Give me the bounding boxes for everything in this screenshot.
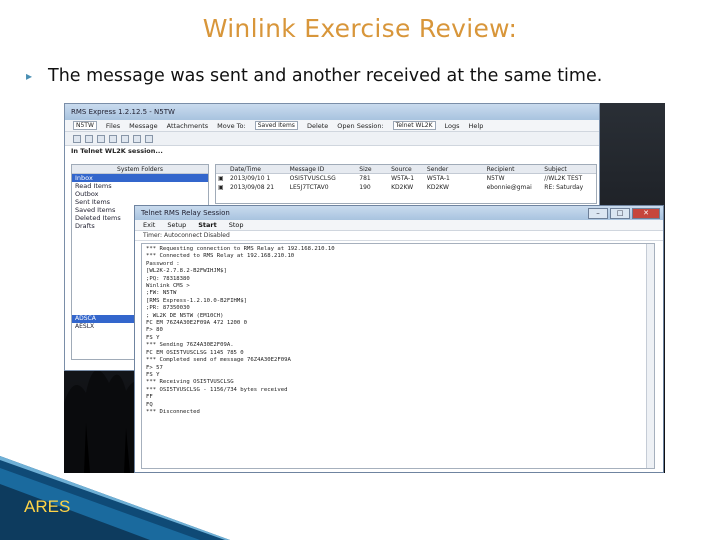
- menu-delete[interactable]: Delete: [307, 122, 328, 130]
- message-row[interactable]: ▣ 2013/09/10 1 OSI5TVUSCLSG 781 W5TA-1 W…: [216, 174, 596, 183]
- print-icon[interactable]: [121, 134, 129, 143]
- move-to-label: Move To:: [217, 121, 246, 130]
- menu-message[interactable]: Message: [129, 122, 158, 130]
- log-line: ;FW: N5TW: [146, 290, 177, 297]
- maximize-button[interactable]: □: [610, 207, 630, 219]
- cell-sender: W5TA-1: [426, 175, 450, 182]
- session-select[interactable]: Telnet WL2K: [392, 121, 436, 130]
- main-menubar: N5TW Files Message Attachments Move To: …: [65, 120, 599, 132]
- message-list-header: Date/Time Message ID Size Source Sender …: [216, 165, 596, 174]
- folders-header: System Folders: [72, 165, 208, 174]
- screenshot: RMS Express 1.2.12.5 - N5TW N5TW Files M…: [64, 103, 665, 473]
- new-message-icon[interactable]: [73, 134, 81, 143]
- log-line: FQ: [146, 401, 153, 408]
- menu-exit[interactable]: Exit: [143, 221, 155, 229]
- log-line: ;PQ: 78318380: [146, 275, 190, 282]
- col-sender[interactable]: Sender: [425, 165, 485, 173]
- col-source[interactable]: Source: [389, 165, 425, 173]
- log-line: F> 80: [146, 327, 163, 334]
- settings-icon[interactable]: [145, 134, 153, 143]
- menu-attachments[interactable]: Attachments: [167, 122, 209, 130]
- log-scrollbar[interactable]: [646, 244, 654, 468]
- log-line: *** Receiving OSI5TVUSCLSG: [146, 379, 234, 386]
- col-date-time[interactable]: Date/Time: [228, 165, 288, 173]
- session-window-title: Telnet RMS Relay Session: [141, 209, 230, 217]
- forward-icon[interactable]: [97, 134, 105, 143]
- callsign-select[interactable]: N5TW: [73, 121, 97, 130]
- folder-outbox[interactable]: Outbox: [72, 190, 208, 198]
- session-log[interactable]: *** Requesting connection to RMS Relay a…: [141, 243, 655, 469]
- main-toolbar: [65, 132, 599, 146]
- minimize-button[interactable]: –: [588, 207, 608, 219]
- menu-logs[interactable]: Logs: [445, 122, 460, 130]
- menu-start[interactable]: Start: [198, 221, 217, 229]
- log-line: *** Disconnected: [146, 408, 200, 415]
- footer-label: ARES: [24, 497, 71, 516]
- log-line: FC EM OSI5TVUSCLSG 1145 785 0: [146, 349, 244, 356]
- cell-subject: RE: Saturday: [544, 184, 584, 191]
- log-line: ; WL2K DE N5TW (EM10CH): [146, 312, 224, 319]
- cell-size: 781: [359, 175, 371, 182]
- move-to-select[interactable]: Saved Items: [254, 121, 298, 130]
- cell-date: 2013/09/10 1: [229, 175, 271, 182]
- session-titlebar: Telnet RMS Relay Session – □ ✕: [135, 206, 663, 220]
- folder-inbox[interactable]: Inbox: [72, 174, 208, 182]
- cell-sender: KD2KW: [426, 184, 449, 191]
- col-recipient[interactable]: Recipient: [485, 165, 543, 173]
- folder-read-items[interactable]: Read Items: [72, 182, 208, 190]
- delete-icon[interactable]: [109, 134, 117, 143]
- col-size[interactable]: Size: [357, 165, 389, 173]
- log-line: F> 57: [146, 364, 163, 371]
- reply-icon[interactable]: [85, 134, 93, 143]
- session-menubar: Exit Setup Start Stop: [135, 220, 663, 231]
- session-status: In Telnet WL2K session...: [71, 147, 163, 155]
- log-line: FF: [146, 394, 153, 401]
- log-line: FC EM 76Z4A30E2F09A 472 1200 0: [146, 320, 248, 327]
- message-icon: ▣: [218, 175, 224, 182]
- cell-recipient: ebonnie@gmai: [486, 184, 532, 191]
- log-line: FS Y: [146, 371, 160, 378]
- log-line: FS Y: [146, 334, 160, 341]
- col-subject[interactable]: Subject: [542, 165, 596, 173]
- log-line: *** Sending 76Z4A30E2F09A.: [146, 342, 234, 349]
- menu-files[interactable]: Files: [106, 122, 120, 130]
- log-line: [WL2K-2.7.8.2-B2FWIHJM$]: [146, 268, 227, 275]
- message-row[interactable]: ▣ 2013/09/08 21 LE5J7TCTAV0 190 KD2KW KD…: [216, 183, 596, 192]
- col-icon[interactable]: [216, 165, 228, 173]
- log-line: *** Connected to RMS Relay at 192.168.21…: [146, 253, 295, 260]
- log-line: Winlink CMS >: [146, 283, 190, 290]
- cell-subject: //WL2K TEST: [544, 175, 583, 182]
- cell-recipient: N5TW: [486, 175, 505, 182]
- save-icon[interactable]: [133, 134, 141, 143]
- log-lines: *** Requesting connection to RMS Relay a…: [146, 246, 650, 416]
- message-icon: ▣: [218, 184, 224, 191]
- main-window-title: RMS Express 1.2.12.5 - N5TW: [71, 108, 175, 116]
- bullet-icon: ▸: [26, 69, 33, 83]
- slide-title: Winlink Exercise Review:: [202, 14, 518, 43]
- autoconnect-status: Timer: Autoconnect Disabled: [135, 231, 663, 241]
- col-message-id[interactable]: Message ID: [288, 165, 358, 173]
- cell-source: W5TA-1: [391, 175, 415, 182]
- log-line: *** Requesting connection to RMS Relay a…: [146, 246, 335, 252]
- menu-help[interactable]: Help: [469, 122, 484, 130]
- cell-date: 2013/09/08 21: [229, 184, 275, 191]
- log-line: *** OSI5TVUSCLSG - 1156/734 bytes receiv…: [146, 386, 288, 393]
- close-button[interactable]: ✕: [632, 207, 660, 219]
- cell-id: OSI5TVUSCLSG: [289, 175, 336, 182]
- cell-id: LE5J7TCTAV0: [289, 184, 329, 191]
- message-list: Date/Time Message ID Size Source Sender …: [215, 164, 597, 204]
- menu-setup[interactable]: Setup: [167, 221, 186, 229]
- log-line: Password :: [146, 260, 180, 267]
- cell-source: KD2KW: [391, 184, 414, 191]
- log-line: *** Completed send of message 76Z4A30E2F…: [146, 357, 291, 364]
- log-line: ;PR: 87350030: [146, 305, 190, 312]
- session-window: Telnet RMS Relay Session – □ ✕ Exit Setu…: [134, 205, 664, 473]
- cell-size: 190: [359, 184, 371, 191]
- corner-decoration: [0, 456, 230, 540]
- main-titlebar: RMS Express 1.2.12.5 - N5TW: [65, 104, 599, 120]
- open-session-label: Open Session:: [337, 121, 384, 130]
- bullet-text: The message was sent and another receive…: [48, 66, 603, 86]
- log-line: [RMS Express-1.2.10.0-B2FIHM$]: [146, 297, 248, 304]
- menu-stop[interactable]: Stop: [229, 221, 244, 229]
